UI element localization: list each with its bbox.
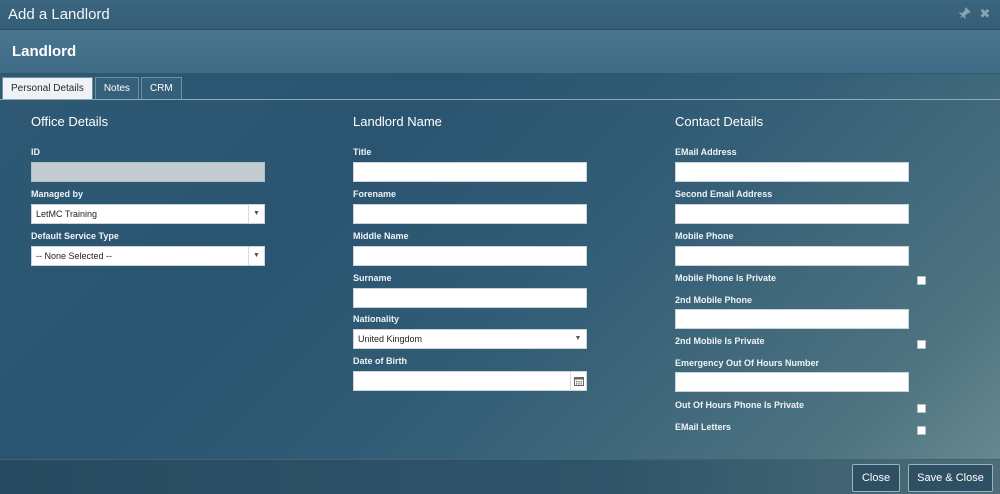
mobile2-private-label: 2nd Mobile Is Private (675, 336, 765, 346)
tab-personal-details[interactable]: Personal Details (2, 77, 93, 99)
title-label: Title (353, 147, 372, 157)
nationality-value: United Kingdom (358, 334, 423, 344)
tab-notes[interactable]: Notes (94, 77, 139, 99)
dialog-title: Add a Landlord (8, 6, 110, 23)
id-input (32, 164, 264, 182)
calendar-icon[interactable] (570, 372, 586, 390)
add-landlord-dialog: Add a Landlord ✖ Landlord Personal Detai… (0, 0, 1000, 494)
forename-input[interactable] (354, 206, 586, 224)
second-email-label: Second Email Address (675, 189, 773, 199)
forename-field[interactable] (353, 204, 587, 224)
email-label: EMail Address (675, 147, 737, 157)
email-input[interactable] (676, 164, 908, 182)
mobile2-label: 2nd Mobile Phone (675, 295, 753, 305)
tab-bar: Personal Details Notes CRM (2, 77, 184, 99)
close-icon[interactable]: ✖ (978, 7, 992, 21)
dialog-footer: Close Save & Close (0, 459, 1000, 494)
mobile2-input[interactable] (676, 311, 908, 329)
email-letters-label: EMail Letters (675, 422, 732, 432)
emergency-label: Emergency Out Of Hours Number (675, 358, 820, 368)
email-field[interactable] (675, 162, 909, 182)
mobile2-field[interactable] (675, 309, 909, 329)
emergency-field[interactable] (675, 372, 909, 392)
chevron-down-icon[interactable]: ▼ (248, 205, 264, 223)
dob-input[interactable] (354, 373, 586, 391)
service-type-value: -- None Selected -- (36, 251, 113, 261)
service-type-label: Default Service Type (31, 231, 119, 241)
surname-input[interactable] (354, 290, 586, 308)
office-details-heading: Office Details (31, 114, 109, 129)
middle-name-field[interactable] (353, 246, 587, 266)
section-heading: Landlord (12, 43, 77, 60)
id-field (31, 162, 265, 182)
mobile-input[interactable] (676, 248, 908, 266)
tab-crm[interactable]: CRM (140, 77, 182, 99)
mobile-private-label: Mobile Phone Is Private (675, 273, 777, 283)
chevron-down-icon[interactable]: ▼ (570, 330, 586, 348)
service-type-select[interactable]: -- None Selected -- ▼ (31, 246, 265, 266)
pin-icon[interactable] (957, 7, 971, 21)
save-close-button[interactable]: Save & Close (908, 464, 993, 492)
nationality-select[interactable]: United Kingdom ▼ (353, 329, 587, 349)
nationality-label: Nationality (353, 314, 400, 324)
middle-name-label: Middle Name (353, 231, 409, 241)
mobile-label: Mobile Phone (675, 231, 734, 241)
ooh-private-checkbox[interactable] (917, 404, 926, 413)
managed-by-value: LetMC Training (36, 209, 98, 219)
managed-by-label: Managed by (31, 189, 84, 199)
surname-field[interactable] (353, 288, 587, 308)
mobile-field[interactable] (675, 246, 909, 266)
dialog-titlebar: Add a Landlord ✖ (0, 0, 1000, 30)
landlord-name-heading: Landlord Name (353, 114, 442, 129)
ooh-private-label: Out Of Hours Phone Is Private (675, 400, 805, 410)
title-input[interactable] (354, 164, 586, 182)
forename-label: Forename (353, 189, 397, 199)
dob-field[interactable] (353, 371, 587, 391)
second-email-input[interactable] (676, 206, 908, 224)
title-field[interactable] (353, 162, 587, 182)
section-header: Landlord (0, 30, 1000, 74)
tab-divider (0, 99, 1000, 100)
mobile2-private-checkbox[interactable] (917, 340, 926, 349)
managed-by-select[interactable]: LetMC Training ▼ (31, 204, 265, 224)
dob-label: Date of Birth (353, 356, 407, 366)
surname-label: Surname (353, 273, 392, 283)
second-email-field[interactable] (675, 204, 909, 224)
mobile-private-checkbox[interactable] (917, 276, 926, 285)
chevron-down-icon[interactable]: ▼ (248, 247, 264, 265)
close-button[interactable]: Close (852, 464, 900, 492)
email-letters-checkbox[interactable] (917, 426, 926, 435)
middle-name-input[interactable] (354, 248, 586, 266)
id-label: ID (31, 147, 40, 157)
contact-details-heading: Contact Details (675, 114, 764, 129)
emergency-input[interactable] (676, 374, 908, 392)
